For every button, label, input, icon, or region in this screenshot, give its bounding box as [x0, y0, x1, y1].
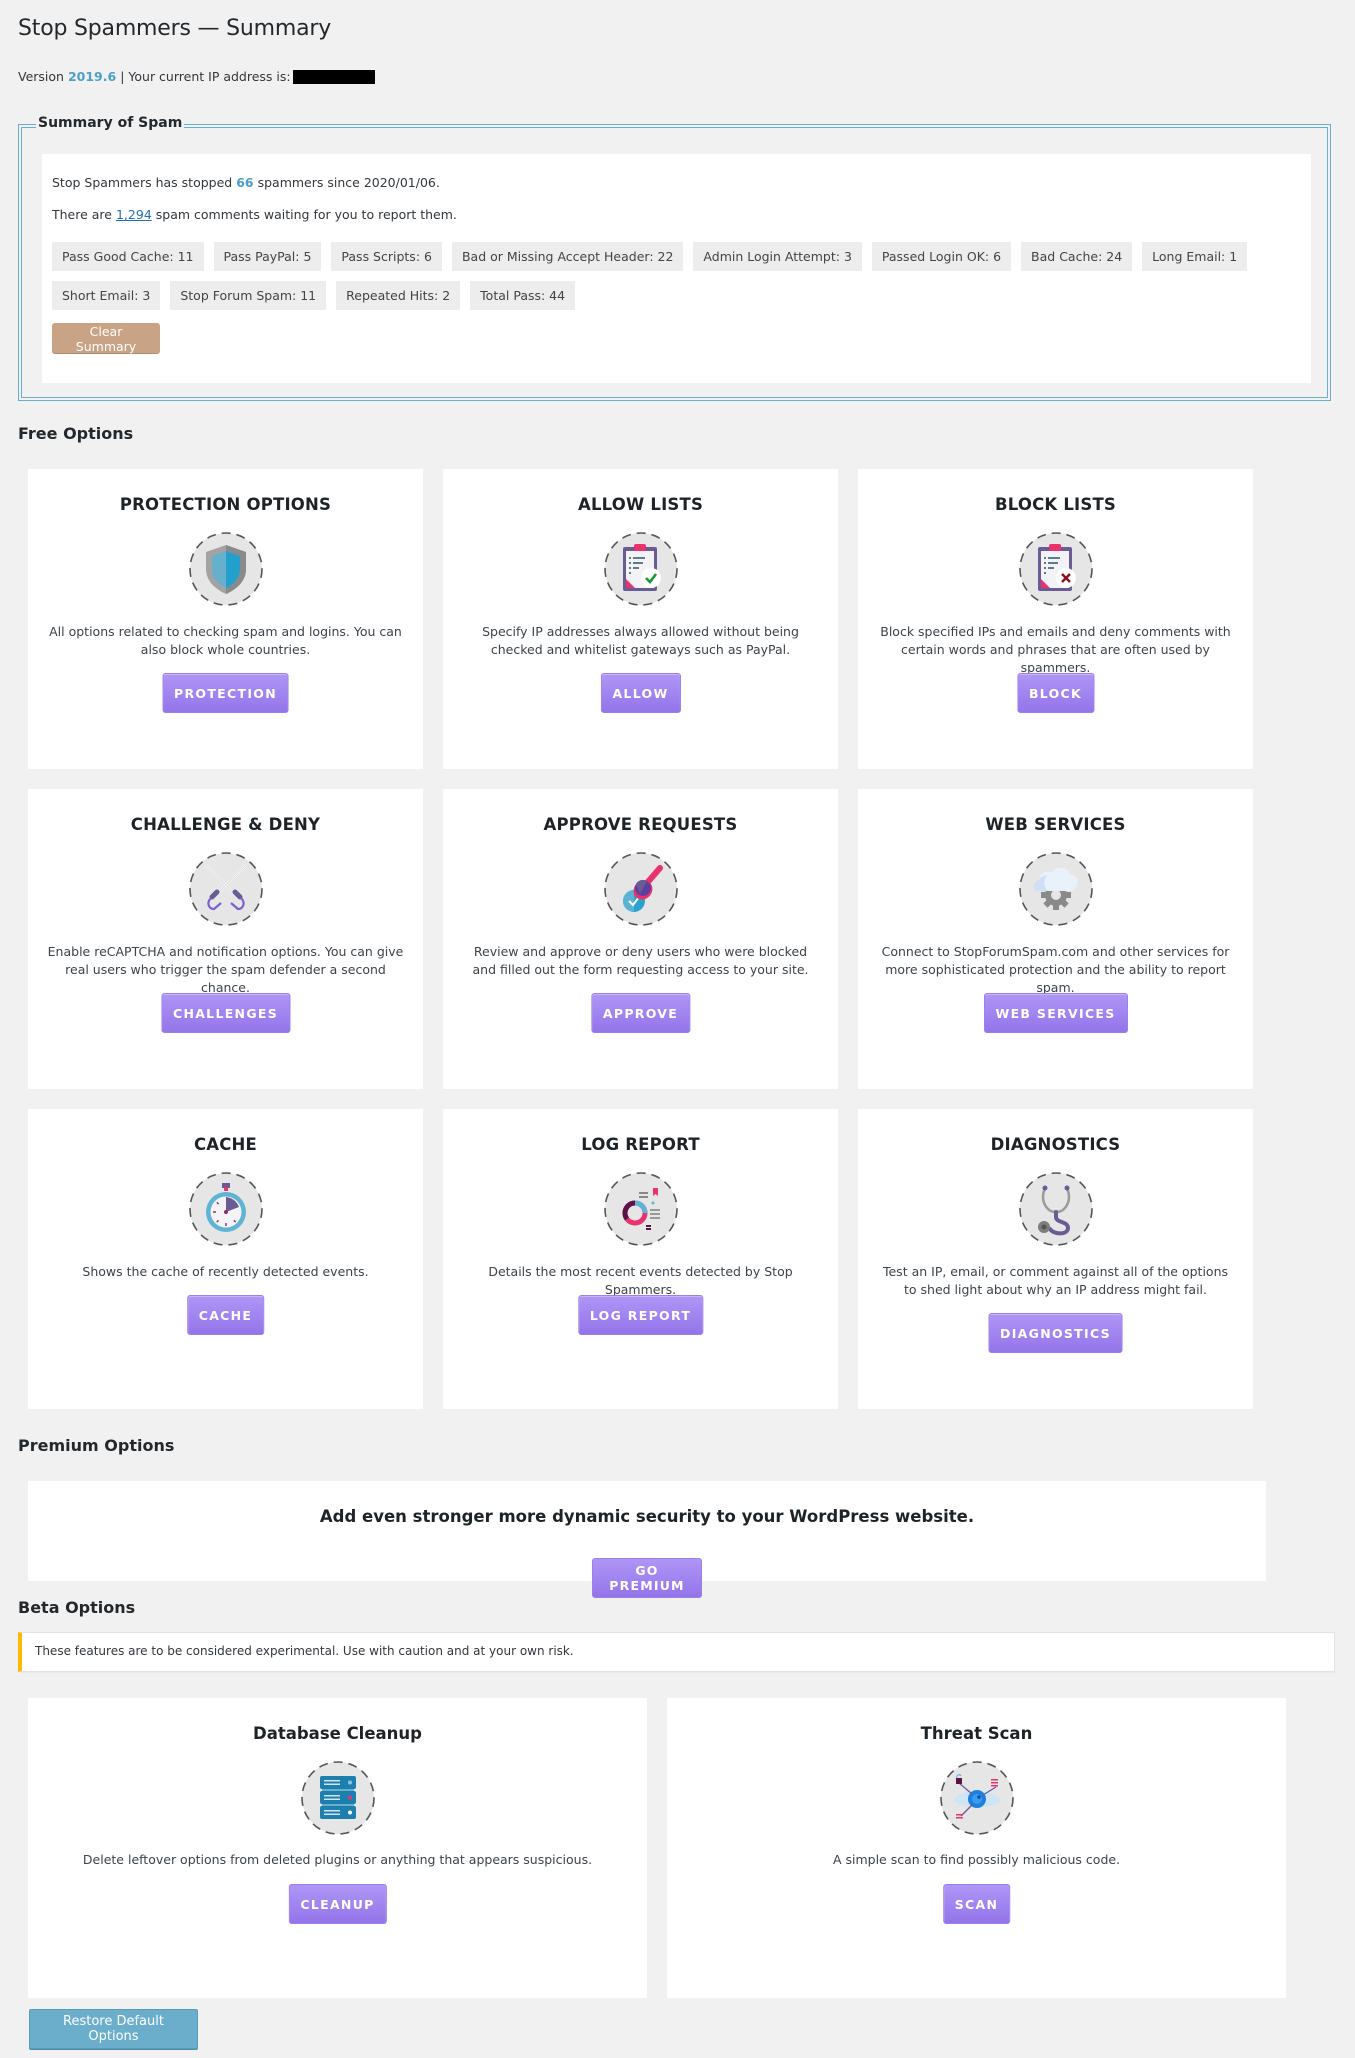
approval-stamp-icon [603, 851, 679, 927]
stats-badges: Pass Good Cache: 11 Pass PayPal: 5 Pass … [52, 242, 1292, 310]
stopwatch-icon [188, 1171, 264, 1247]
card-description: Details the most recent events detected … [488, 1264, 793, 1297]
card-log-report: LOG REPORT Details the most recent event… [443, 1109, 838, 1409]
beta-options-heading: Beta Options [18, 1598, 136, 1617]
stopped-suffix: spammers since 2020/01/06. [257, 175, 440, 190]
card-description: Review and approve or deny users who wer… [472, 944, 809, 977]
report-chart-icon [603, 1171, 679, 1247]
card-protection-options: PROTECTION OPTIONS All options related t… [28, 469, 423, 769]
block-button[interactable]: BLOCK [1016, 673, 1095, 713]
card-title: Database Cleanup [253, 1724, 422, 1743]
database-server-icon [300, 1760, 376, 1836]
card-description: Shows the cache of recently detected eve… [82, 1264, 369, 1279]
free-options-heading: Free Options [18, 424, 134, 443]
protection-button[interactable]: PROTECTION [162, 673, 289, 713]
allow-button[interactable]: ALLOW [600, 673, 681, 713]
version-line: Version 2019.6 | Your current IP address… [18, 69, 375, 84]
waiting-count-line: There are 1,294 spam comments waiting fo… [52, 207, 457, 222]
waiting-suffix: spam comments waiting for you to report … [155, 207, 457, 222]
version-number: 2019.6 [67, 69, 117, 84]
web-services-button[interactable]: WEB SERVICES [983, 993, 1128, 1033]
stat-badge: Stop Forum Spam: 11 [170, 281, 327, 310]
stat-badge: Bad Cache: 24 [1021, 242, 1133, 271]
ip-label: | Your current IP address is: [120, 69, 291, 84]
stat-badge: Short Email: 3 [52, 281, 161, 310]
scan-button[interactable]: SCAN [942, 1884, 1011, 1924]
stat-badge: Bad or Missing Accept Header: 22 [451, 242, 684, 271]
card-title: PROTECTION OPTIONS [119, 495, 332, 514]
card-description: Delete leftover options from deleted plu… [82, 1852, 593, 1867]
card-block-lists: BLOCK LISTS Block specified IPs and emai… [858, 469, 1253, 769]
stopped-prefix: Stop Spammers has stopped [52, 175, 233, 190]
card-title: LOG REPORT [581, 1135, 700, 1154]
card-title: ALLOW LISTS [577, 495, 704, 514]
notice-text: These features are to be considered expe… [35, 1644, 574, 1658]
card-description: All options related to checking spam and… [49, 624, 402, 657]
cleanup-button[interactable]: CLEANUP [288, 1884, 387, 1924]
clear-summary-button[interactable]: Clear Summary [52, 323, 160, 354]
card-challenge-deny: CHALLENGE & DENY Enable reCAPTCHA and no… [28, 789, 423, 1089]
card-description: Specify IP addresses always allowed with… [482, 624, 799, 657]
card-title: DIAGNOSTICS [990, 1135, 1121, 1154]
eye-scan-icon [939, 1760, 1015, 1836]
card-title: APPROVE REQUESTS [543, 815, 738, 834]
card-title: WEB SERVICES [985, 815, 1126, 834]
stat-badge: Admin Login Attempt: 3 [693, 242, 862, 271]
restore-default-options-button[interactable]: Restore Default Options [29, 2009, 198, 2049]
card-approve-requests: APPROVE REQUESTS Review and approve or d… [443, 789, 838, 1089]
version-prefix: Version [18, 69, 64, 84]
card-database-cleanup: Database Cleanup Delete leftover options… [28, 1698, 647, 1998]
stat-badge: Total Pass: 44 [470, 281, 576, 310]
stat-badge: Pass PayPal: 5 [213, 242, 322, 271]
approve-button[interactable]: APPROVE [590, 993, 691, 1033]
challenges-button[interactable]: CHALLENGES [160, 993, 291, 1033]
diagnostics-button[interactable]: DIAGNOSTICS [988, 1313, 1123, 1353]
clipboard-check-icon [603, 531, 679, 607]
go-premium-button[interactable]: GO PREMIUM [592, 1558, 702, 1598]
card-title: CACHE [193, 1135, 258, 1154]
page-title: Stop Spammers — Summary [18, 16, 332, 41]
card-web-services: WEB SERVICES Connect to StopForumSpam.co… [858, 789, 1253, 1089]
stat-badge: Long Email: 1 [1142, 242, 1248, 271]
card-title: CHALLENGE & DENY [130, 815, 321, 834]
beta-warning-notice: These features are to be considered expe… [18, 1632, 1335, 1672]
stopped-count-line: Stop Spammers has stopped 66 spammers si… [52, 175, 440, 190]
summary-legend: Summary of Spam [36, 115, 185, 131]
card-allow-lists: ALLOW LISTS Specify IP addresses always … [443, 469, 838, 769]
stopped-count: 66 [236, 175, 254, 190]
card-cache: CACHE Shows the cache of recently detect… [28, 1109, 423, 1409]
card-diagnostics: DIAGNOSTICS Test an IP, email, or commen… [858, 1109, 1253, 1409]
card-description: Test an IP, email, or comment against al… [882, 1264, 1229, 1297]
cache-button[interactable]: CACHE [186, 1295, 265, 1335]
crossed-swords-icon [188, 851, 264, 927]
card-threat-scan: Threat Scan A simple scan to find possib… [667, 1698, 1286, 1998]
stethoscope-icon [1018, 1171, 1094, 1247]
log-report-button[interactable]: LOG REPORT [577, 1295, 704, 1335]
stat-badge: Pass Good Cache: 11 [52, 242, 204, 271]
card-title: Threat Scan [920, 1724, 1033, 1743]
card-description: Block specified IPs and emails and deny … [880, 624, 1231, 675]
card-description: Connect to StopForumSpam.com and other s… [881, 944, 1230, 995]
card-description: A simple scan to find possibly malicious… [832, 1852, 1121, 1867]
ip-address-redacted [292, 69, 375, 84]
stat-badge: Repeated Hits: 2 [336, 281, 461, 310]
premium-options-heading: Premium Options [18, 1436, 175, 1455]
card-description: Enable reCAPTCHA and notification option… [47, 944, 404, 995]
stat-badge: Passed Login OK: 6 [871, 242, 1012, 271]
shield-icon [188, 531, 264, 607]
cloud-gear-icon [1018, 851, 1094, 927]
waiting-prefix: There are [52, 207, 112, 222]
card-title: BLOCK LISTS [994, 495, 1117, 514]
waiting-count-link[interactable]: 1,294 [116, 207, 152, 222]
premium-text: Add even stronger more dynamic security … [319, 1507, 975, 1526]
clipboard-x-icon [1018, 531, 1094, 607]
stat-badge: Pass Scripts: 6 [331, 242, 442, 271]
